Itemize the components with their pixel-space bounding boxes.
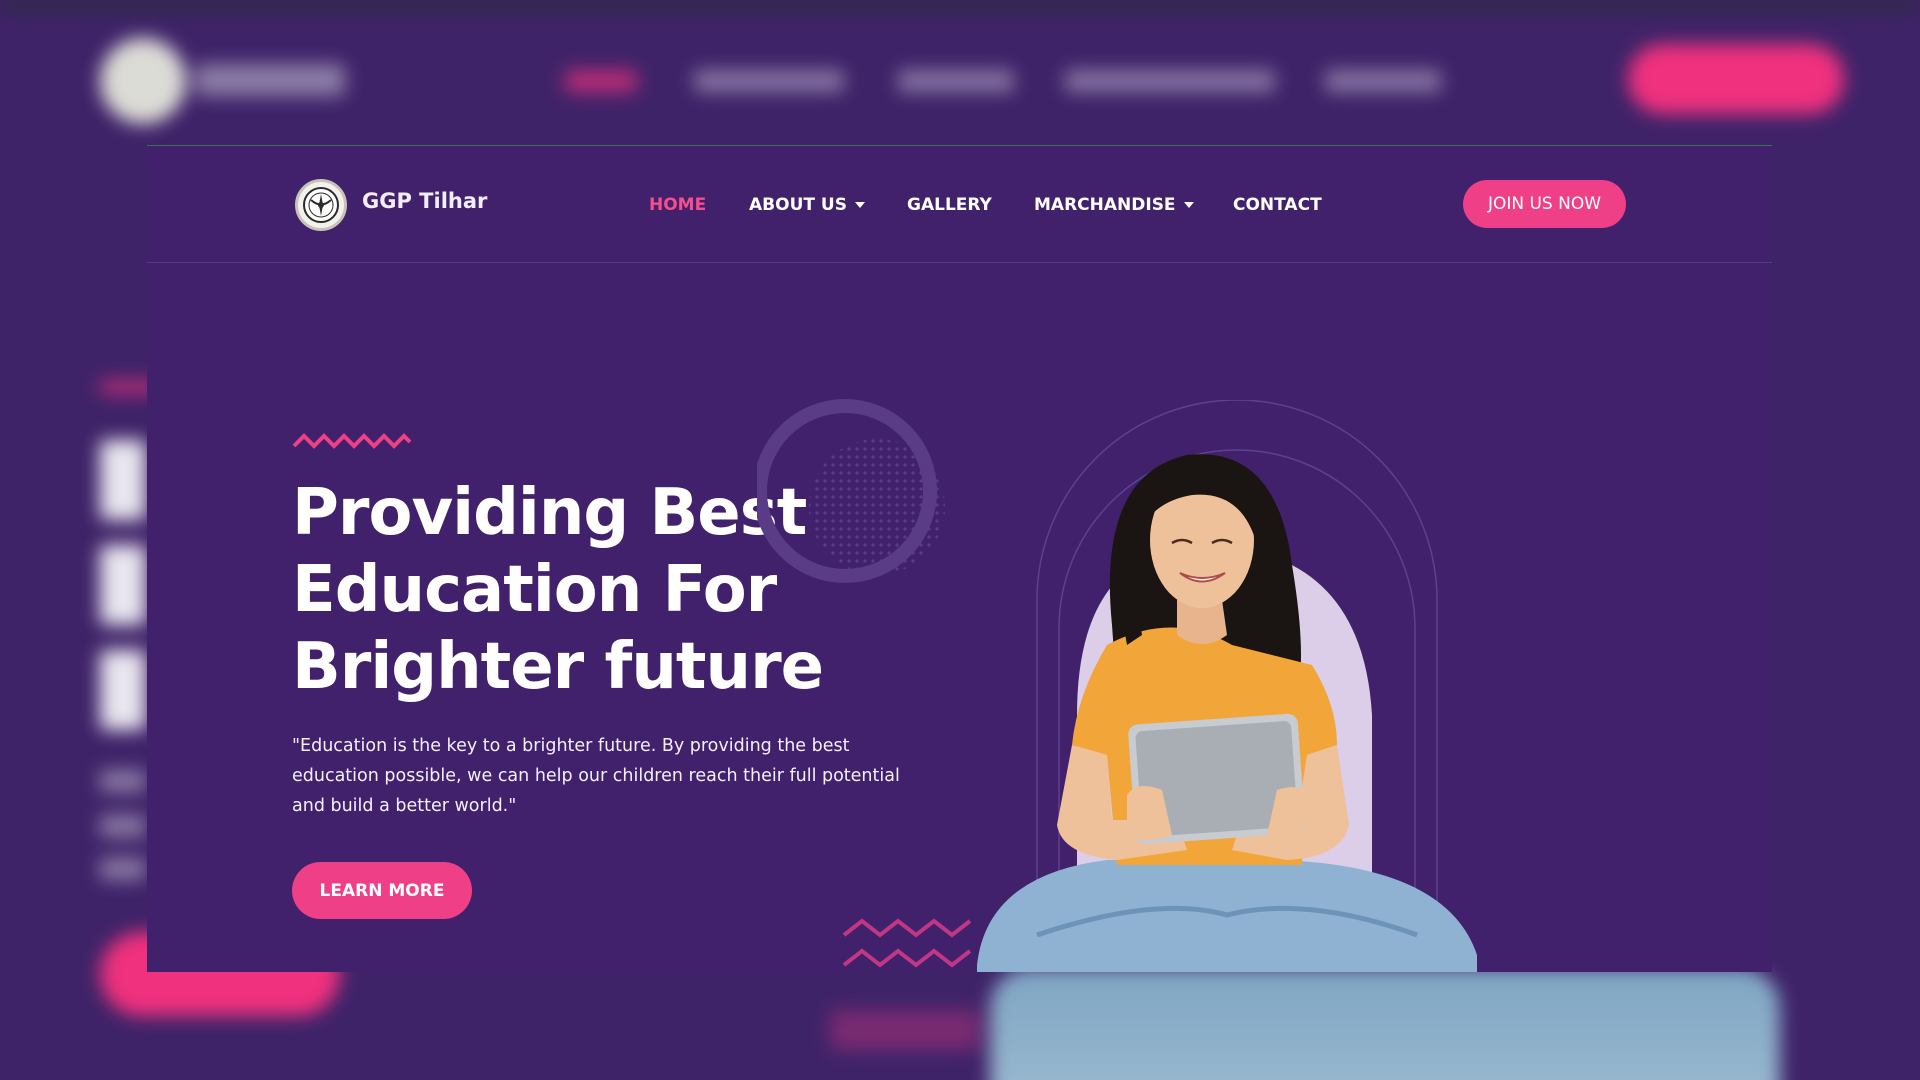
caret-down-icon	[854, 202, 865, 208]
zigzag-bottom-decoration	[842, 918, 972, 968]
blurred-join-button	[1628, 44, 1844, 114]
blurred-text-line	[100, 815, 146, 837]
blurred-logo	[100, 38, 186, 124]
zigzag-decoration	[292, 433, 412, 449]
nav-marchandise[interactable]: MARCHANDISE	[1034, 195, 1194, 215]
hero-title-line-1: Providing Best	[292, 476, 807, 550]
nav-marchandise-label: MARCHANDISE	[1034, 195, 1176, 215]
blurred-nav-item	[1325, 70, 1441, 92]
blurred-text-line	[100, 858, 146, 880]
blurred-nav-item	[1065, 70, 1275, 92]
blurred-nav-item	[565, 70, 637, 92]
blurred-person	[990, 968, 1780, 1080]
join-us-button[interactable]: JOIN US NOW	[1463, 180, 1626, 228]
blurred-nav-item	[694, 70, 844, 92]
hero-description: "Education is the key to a brighter futu…	[292, 736, 900, 816]
blurred-title-block	[100, 650, 146, 730]
nav-about-us-label: ABOUT US	[749, 195, 847, 215]
nav-contact[interactable]: CONTACT	[1233, 195, 1322, 215]
hero-title-line-2: Education For	[292, 553, 777, 627]
blurred-zigzag-bottom	[830, 1010, 980, 1050]
blurred-nav-item	[898, 70, 1014, 92]
learn-more-button[interactable]: LEARN MORE	[292, 862, 472, 919]
dotted-circle-decoration	[757, 399, 945, 583]
nav-about-us[interactable]: ABOUT US	[749, 195, 865, 215]
blurred-title-block	[100, 545, 146, 625]
browser-top-strip	[0, 0, 1920, 12]
nav-home[interactable]: HOME	[649, 195, 706, 215]
nav-home-label: HOME	[649, 195, 707, 215]
nav-gallery-label: GALLERY	[907, 195, 992, 215]
hero-title-line-3: Brighter future	[292, 630, 824, 704]
blurred-brand	[195, 64, 345, 96]
nav-gallery[interactable]: GALLERY	[907, 195, 992, 215]
site-header: GGP Tilhar HOME ABOUT US GALLERY MARCHAN…	[147, 145, 1772, 263]
student-with-tablet-image	[977, 454, 1477, 972]
blurred-title-block	[100, 440, 146, 520]
blurred-text-line	[100, 770, 146, 792]
nav-contact-label: CONTACT	[1233, 195, 1322, 215]
website-card: GGP Tilhar HOME ABOUT US GALLERY MARCHAN…	[147, 145, 1772, 972]
caret-down-icon	[1183, 202, 1194, 208]
hero-title: Providing Best Education For Brighter fu…	[292, 475, 824, 706]
